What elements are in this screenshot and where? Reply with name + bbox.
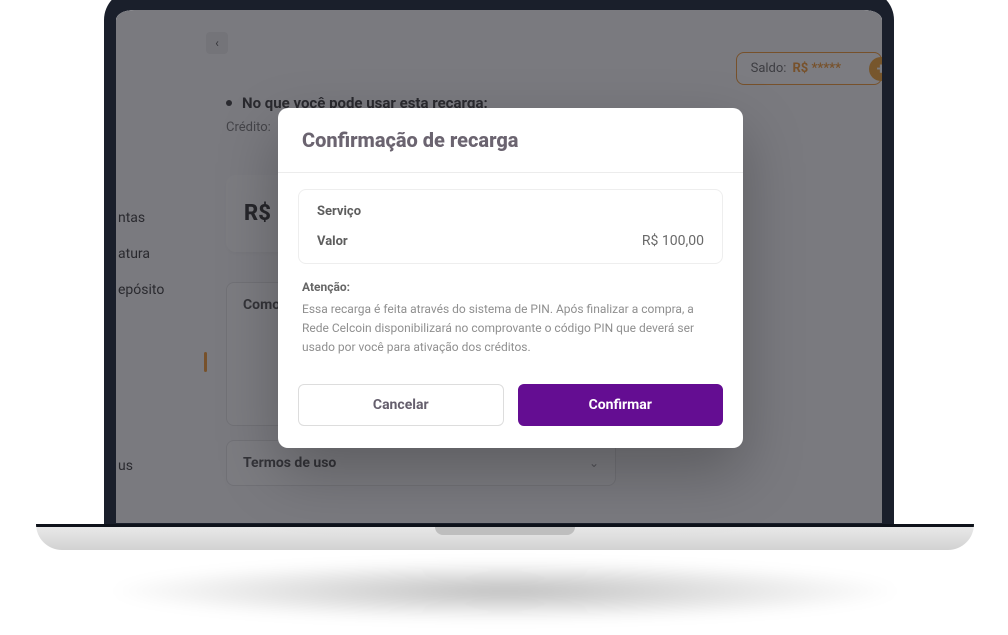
modal-footer: Cancelar Confirmar [278,376,743,448]
summary-card: Serviço Valor R$ 100,00 [298,189,723,264]
value-label: Valor [317,234,348,249]
modal-title: Confirmação de recarga [302,128,719,152]
value-amount: R$ 100,00 [642,233,704,249]
laptop-notch [435,527,575,535]
confirm-recharge-modal: Confirmação de recarga Serviço Valor R$ … [278,108,743,448]
value-row: Valor R$ 100,00 [317,233,704,249]
cancel-button[interactable]: Cancelar [298,384,504,426]
attention-text: Essa recarga é feita através do sistema … [298,296,723,372]
attention-label: Atenção: [298,268,723,296]
modal-header: Confirmação de recarga [278,108,743,173]
confirm-button[interactable]: Confirmar [518,384,724,426]
service-label: Serviço [317,204,704,219]
modal-body: Serviço Valor R$ 100,00 Atenção: Essa re… [278,173,743,376]
laptop-base [36,524,974,550]
device-shadow [36,556,974,626]
